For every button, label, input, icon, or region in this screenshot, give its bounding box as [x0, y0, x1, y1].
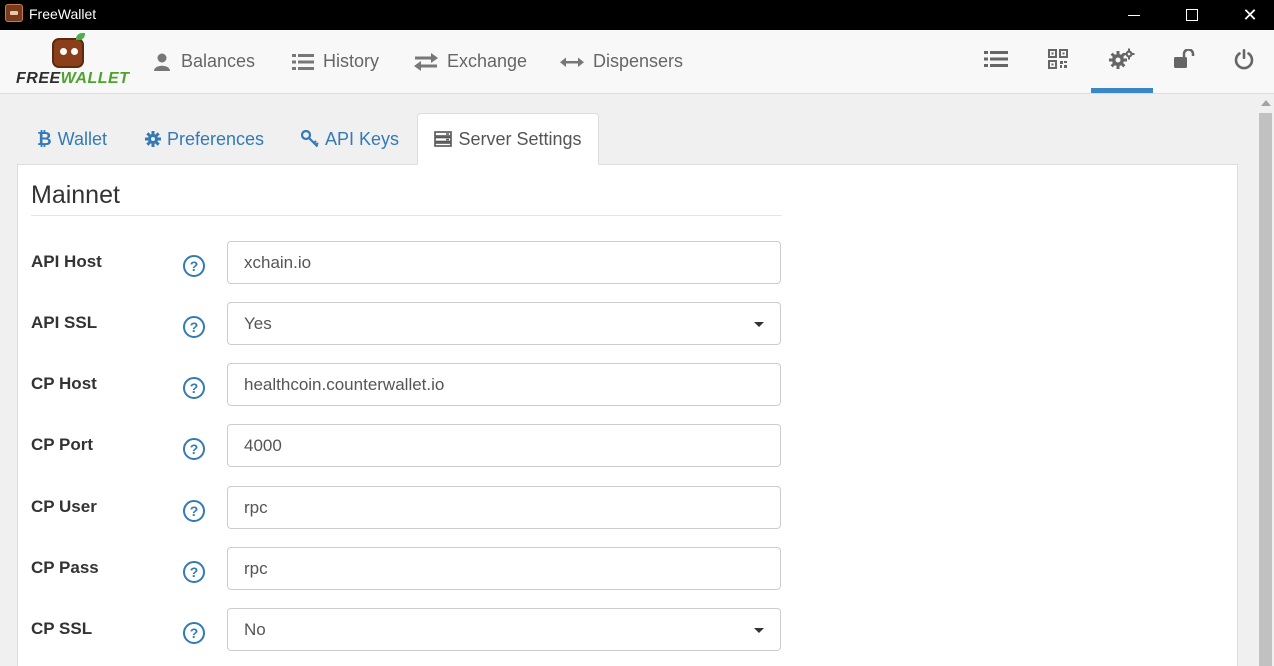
api-ssl-help-icon[interactable]: ?	[183, 316, 205, 338]
nav-balances[interactable]: Balances	[152, 30, 255, 93]
double-arrow-icon	[560, 56, 584, 68]
maximize-icon	[1186, 9, 1198, 21]
list-icon	[292, 53, 314, 71]
cp-pass-input[interactable]: rpc	[227, 547, 781, 590]
caret-down-icon	[754, 322, 764, 327]
mascot-icon	[52, 33, 85, 68]
tab-preferences-label: Preferences	[167, 128, 265, 149]
cp-host-help-icon[interactable]: ?	[183, 377, 205, 399]
cp-user-input[interactable]: rpc	[227, 486, 781, 529]
power-button[interactable]	[1213, 30, 1274, 93]
cp-user-help-icon[interactable]: ?	[183, 500, 205, 522]
list-icon	[984, 50, 1008, 73]
cp-ssl-select[interactable]: No	[227, 608, 781, 651]
bitcoin-icon: ₿	[37, 128, 52, 149]
scrollbar-thumb[interactable]	[1259, 113, 1272, 666]
app-icon	[5, 4, 23, 22]
api-host-label: API Host	[31, 252, 102, 271]
api-host-help-icon[interactable]: ?	[183, 255, 205, 277]
logo-wordmark: FREEWALLET	[16, 70, 130, 87]
list-view-button[interactable]	[965, 30, 1027, 93]
cp-pass-label: CP Pass	[31, 558, 99, 577]
tab-server-settings-label: Server Settings	[458, 128, 582, 149]
freewallet-logo[interactable]: FREEWALLET	[16, 33, 130, 88]
cp-ssl-label: CP SSL	[31, 619, 93, 638]
qrcode-icon	[1048, 49, 1068, 74]
settings-button[interactable]	[1091, 30, 1153, 93]
tab-server-settings[interactable]: Server Settings	[417, 113, 599, 165]
section-divider	[31, 215, 782, 216]
api-ssl-select[interactable]: Yes	[227, 302, 781, 345]
cp-pass-value: rpc	[244, 558, 268, 578]
cp-pass-help-icon[interactable]: ?	[183, 561, 205, 583]
minimize-button[interactable]	[1105, 0, 1163, 30]
cp-port-label: CP Port	[31, 435, 94, 454]
nav-history[interactable]: History	[292, 30, 379, 93]
close-icon: ✕	[1242, 5, 1258, 25]
power-icon	[1233, 48, 1255, 75]
maximize-button[interactable]	[1163, 0, 1221, 30]
cp-port-help-icon[interactable]: ?	[183, 438, 205, 460]
server-settings-panel: Mainnet API Host ? xchain.io API SSL ? Y…	[17, 164, 1238, 666]
server-icon	[434, 131, 453, 147]
cp-ssl-value: No	[244, 619, 266, 639]
user-icon	[152, 52, 172, 72]
exchange-icon	[414, 52, 438, 71]
gears-icon	[1109, 48, 1135, 75]
nav-exchange-label: Exchange	[447, 51, 528, 71]
gear-icon	[145, 131, 161, 147]
nav-history-label: History	[323, 51, 380, 71]
window-titlebar: FreeWallet ✕	[0, 0, 1274, 30]
api-ssl-label: API SSL	[31, 313, 98, 332]
nav-exchange[interactable]: Exchange	[414, 30, 527, 93]
api-ssl-value: Yes	[244, 313, 272, 333]
tab-preferences[interactable]: Preferences	[145, 113, 264, 165]
scroll-up-icon[interactable]	[1261, 100, 1271, 106]
cp-user-label: CP User	[31, 497, 97, 516]
cp-host-value: healthcoin.counterwallet.io	[244, 374, 445, 394]
cp-port-value: 4000	[244, 435, 282, 455]
qrcode-button[interactable]	[1027, 30, 1089, 93]
nav-dispensers-label: Dispensers	[593, 51, 684, 71]
cp-port-input[interactable]: 4000	[227, 424, 781, 467]
tab-wallet-label: Wallet	[57, 128, 108, 149]
cp-host-label: CP Host	[31, 374, 97, 393]
tab-api-keys[interactable]: API Keys	[301, 113, 399, 165]
lock-button[interactable]	[1153, 30, 1215, 93]
unlock-icon	[1173, 48, 1195, 74]
top-navbar: FREEWALLET Balances History Exchange Dis…	[0, 30, 1274, 94]
cp-host-input[interactable]: healthcoin.counterwallet.io	[227, 363, 781, 406]
close-button[interactable]: ✕	[1221, 0, 1274, 30]
tab-wallet[interactable]: ₿ Wallet	[37, 113, 107, 165]
cp-user-value: rpc	[244, 497, 268, 517]
minimize-icon	[1128, 14, 1140, 16]
window-title: FreeWallet	[29, 6, 97, 22]
tab-api-keys-label: API Keys	[325, 128, 400, 149]
vertical-scrollbar[interactable]	[1257, 95, 1274, 666]
caret-down-icon	[754, 628, 764, 633]
cp-ssl-help-icon[interactable]: ?	[183, 622, 205, 644]
nav-balances-label: Balances	[181, 51, 256, 71]
section-title: Mainnet	[31, 181, 120, 209]
api-host-value: xchain.io	[244, 252, 312, 272]
nav-dispensers[interactable]: Dispensers	[560, 30, 683, 93]
api-host-input[interactable]: xchain.io	[227, 241, 781, 284]
key-icon	[301, 130, 319, 148]
